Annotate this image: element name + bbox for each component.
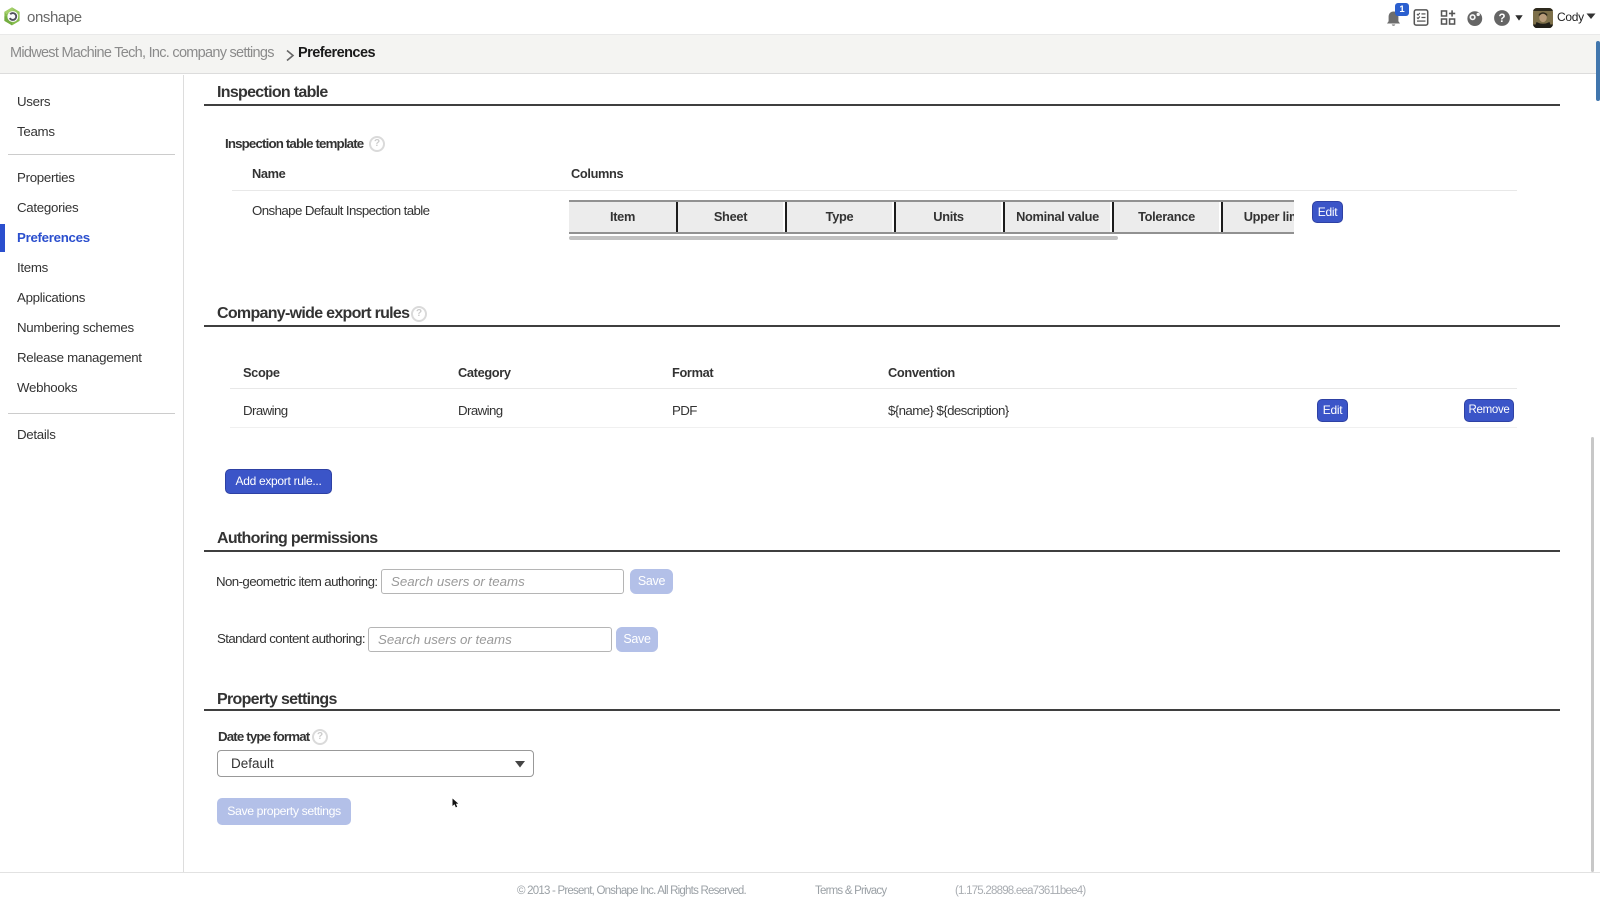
svg-text:?: ? — [1498, 13, 1505, 25]
